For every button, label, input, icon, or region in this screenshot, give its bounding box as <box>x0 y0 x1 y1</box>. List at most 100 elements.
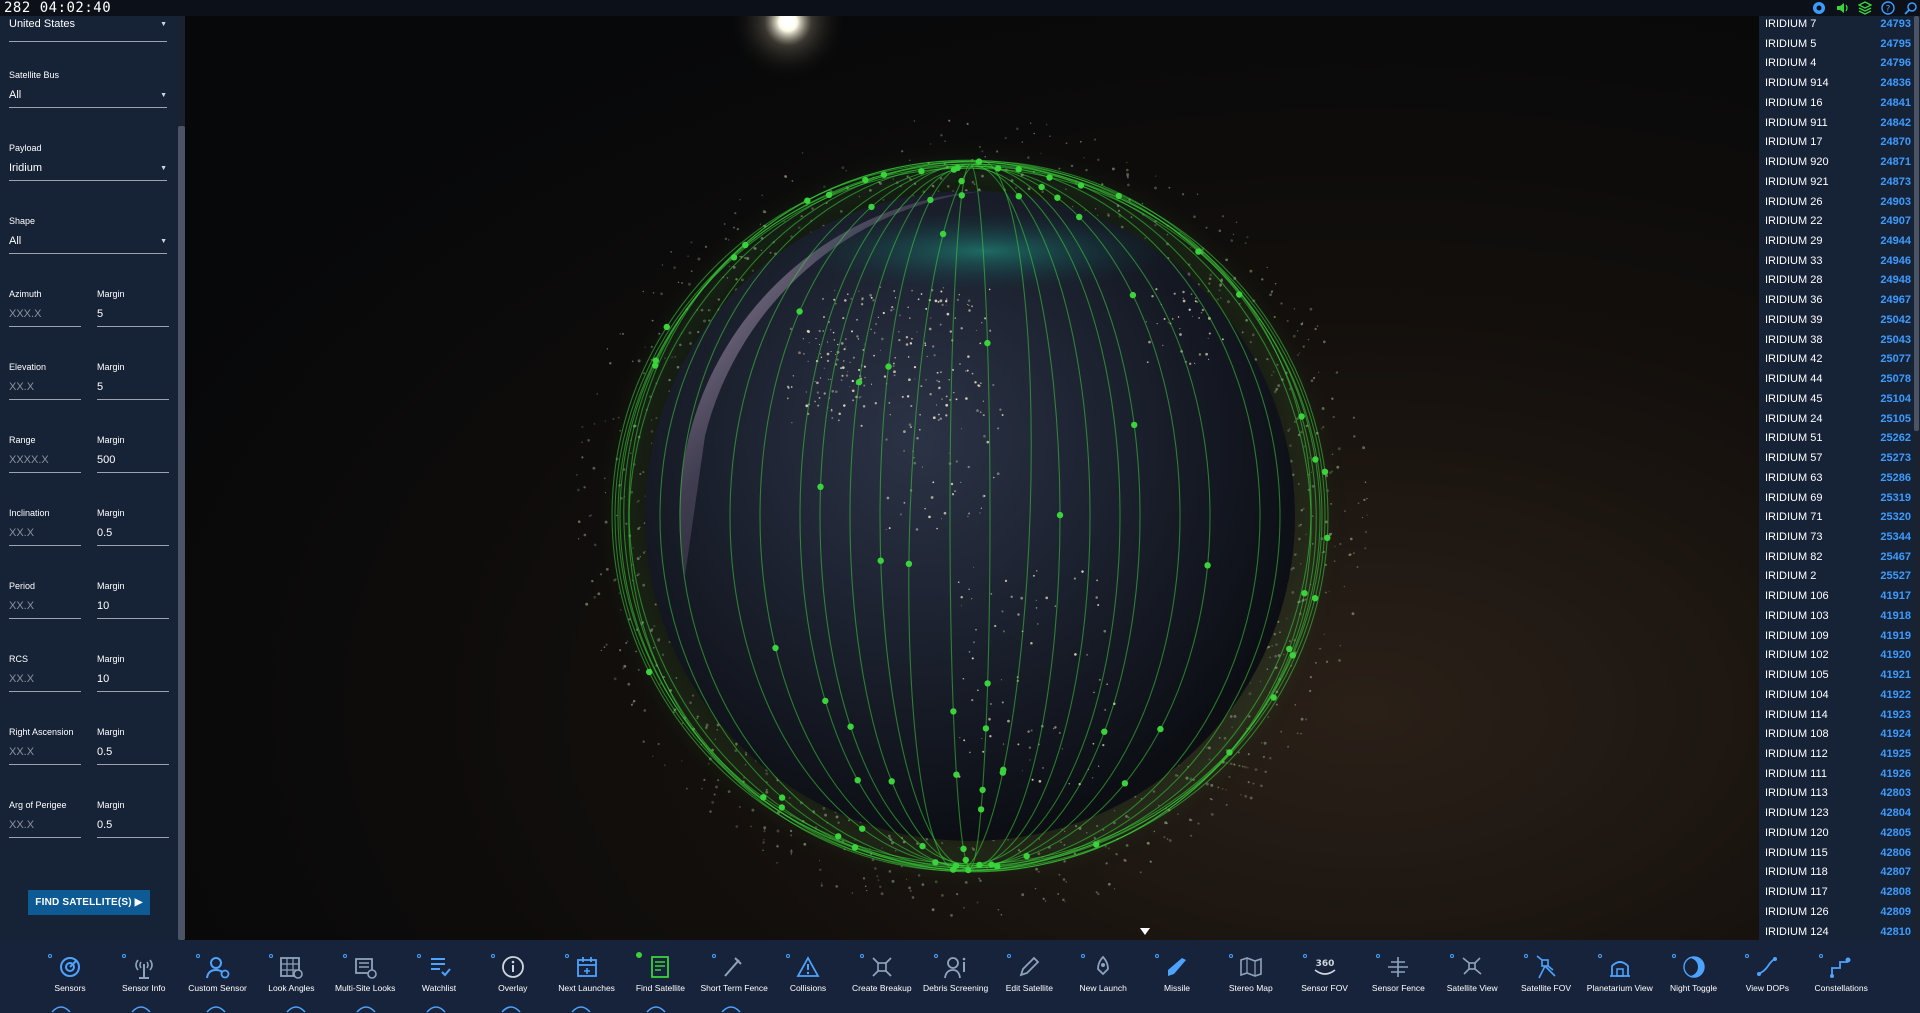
satellite-norad-id[interactable]: 25286 <box>1880 469 1911 489</box>
result-row[interactable]: IRIDIUM 26 24903 <box>1759 193 1913 213</box>
result-row[interactable]: IRIDIUM 57 25273 <box>1759 449 1913 469</box>
satellite-norad-id[interactable]: 25467 <box>1880 548 1911 568</box>
globe-viewport[interactable] <box>185 16 1759 940</box>
toolbar-constellations-button[interactable]: Constellations <box>1804 940 1878 1013</box>
satellite-norad-id[interactable]: 41919 <box>1880 627 1911 647</box>
satellite-norad-id[interactable]: 25319 <box>1880 489 1911 509</box>
satellite-norad-id[interactable]: 24795 <box>1880 35 1911 55</box>
toolbar-sensor-fov-button[interactable]: 360 Sensor FOV <box>1288 940 1362 1013</box>
result-row[interactable]: IRIDIUM 73 25344 <box>1759 528 1913 548</box>
result-row[interactable]: IRIDIUM 5 24795 <box>1759 35 1913 55</box>
toolbar-sensor-info-button[interactable]: Sensor Info <box>107 940 181 1013</box>
result-row[interactable]: IRIDIUM 112 41925 <box>1759 745 1913 765</box>
satellite-norad-id[interactable]: 24871 <box>1880 153 1911 173</box>
layers-icon[interactable] <box>1858 1 1872 15</box>
results-scrollbar[interactable] <box>1913 16 1920 940</box>
toolbar-missile-button[interactable]: Missile <box>1140 940 1214 1013</box>
rcs-input[interactable]: RCS XX.X <box>9 654 81 694</box>
satellite-norad-id[interactable]: 25320 <box>1880 508 1911 528</box>
satellite-norad-id[interactable]: 41924 <box>1880 725 1911 745</box>
satellite-norad-id[interactable]: 42809 <box>1880 903 1911 923</box>
satellite-norad-id[interactable]: 42803 <box>1880 784 1911 804</box>
result-row[interactable]: IRIDIUM 33 24946 <box>1759 252 1913 272</box>
toolbar-overflow-icon[interactable] <box>50 1004 72 1013</box>
result-row[interactable]: IRIDIUM 63 25286 <box>1759 469 1913 489</box>
result-row[interactable]: IRIDIUM 4 24796 <box>1759 54 1913 74</box>
result-row[interactable]: IRIDIUM 126 42809 <box>1759 903 1913 923</box>
satellite-norad-id[interactable]: 25042 <box>1880 311 1911 331</box>
result-row[interactable]: IRIDIUM 45 25104 <box>1759 390 1913 410</box>
result-row[interactable]: IRIDIUM 120 42805 <box>1759 824 1913 844</box>
toolbar-create-breakup-button[interactable]: Create Breakup <box>845 940 919 1013</box>
satellite-norad-id[interactable]: 42804 <box>1880 804 1911 824</box>
toolbar-overflow-icon[interactable] <box>355 1004 377 1013</box>
toolbar-debris-screening-button[interactable]: Debris Screening <box>919 940 993 1013</box>
collapse-toolbar-icon[interactable] <box>1140 928 1150 935</box>
satellite-norad-id[interactable]: 24903 <box>1880 193 1911 213</box>
shape-select[interactable]: Shape All ▼ <box>9 216 167 256</box>
satellite-norad-id[interactable]: 24946 <box>1880 252 1911 272</box>
range-input[interactable]: Range XXXX.X <box>9 435 81 475</box>
result-row[interactable]: IRIDIUM 44 25078 <box>1759 370 1913 390</box>
satellite-norad-id[interactable]: 24944 <box>1880 232 1911 252</box>
toolbar-overlay-button[interactable]: Overlay <box>476 940 550 1013</box>
toolbar-night-toggle-button[interactable]: Night Toggle <box>1657 940 1731 1013</box>
result-row[interactable]: IRIDIUM 24 25105 <box>1759 410 1913 430</box>
left-panel-scrollbar[interactable] <box>178 16 185 940</box>
azimuth-input[interactable]: Azimuth XXX.X <box>9 289 81 329</box>
result-row[interactable]: IRIDIUM 124 42810 <box>1759 923 1913 940</box>
earth-globe[interactable] <box>185 16 1759 940</box>
search-icon[interactable] <box>1904 1 1918 15</box>
toolbar-satellite-fov-button[interactable]: Satellite FOV <box>1509 940 1583 1013</box>
toolbar-short-term-fence-button[interactable]: Short Term Fence <box>697 940 771 1013</box>
toolbar-planetarium-view-button[interactable]: Planetarium View <box>1583 940 1657 1013</box>
satellite-norad-id[interactable]: 41922 <box>1880 686 1911 706</box>
result-row[interactable]: IRIDIUM 102 41920 <box>1759 646 1913 666</box>
satellite-norad-id[interactable]: 25527 <box>1880 567 1911 587</box>
help-icon[interactable]: ? <box>1881 1 1895 15</box>
satellite-norad-id[interactable]: 24870 <box>1880 133 1911 153</box>
simulation-clock[interactable]: 282 04:02:40 <box>4 0 111 16</box>
satellite-norad-id[interactable]: 41920 <box>1880 646 1911 666</box>
right-ascension-input[interactable]: Right Ascension XX.X <box>9 727 81 767</box>
result-row[interactable]: IRIDIUM 38 25043 <box>1759 331 1913 351</box>
toolbar-collisions-button[interactable]: Collisions <box>771 940 845 1013</box>
result-row[interactable]: IRIDIUM 2 25527 <box>1759 567 1913 587</box>
result-row[interactable]: IRIDIUM 114 41923 <box>1759 706 1913 726</box>
result-row[interactable]: IRIDIUM 29 24944 <box>1759 232 1913 252</box>
result-row[interactable]: IRIDIUM 911 24842 <box>1759 114 1913 134</box>
toolbar-watchlist-button[interactable]: Watchlist <box>402 940 476 1013</box>
satellite-norad-id[interactable]: 24796 <box>1880 54 1911 74</box>
github-icon[interactable] <box>1812 1 1826 15</box>
country-select[interactable]: United States ▼ <box>9 18 167 42</box>
satellite-norad-id[interactable]: 41926 <box>1880 765 1911 785</box>
result-row[interactable]: IRIDIUM 22 24907 <box>1759 212 1913 232</box>
satellite-norad-id[interactable]: 25273 <box>1880 449 1911 469</box>
satellite-norad-id[interactable]: 42810 <box>1880 923 1911 940</box>
result-row[interactable]: IRIDIUM 82 25467 <box>1759 548 1913 568</box>
satellite-norad-id[interactable]: 41925 <box>1880 745 1911 765</box>
satellite-norad-id[interactable]: 24873 <box>1880 173 1911 193</box>
result-row[interactable]: IRIDIUM 106 41917 <box>1759 587 1913 607</box>
result-row[interactable]: IRIDIUM 920 24871 <box>1759 153 1913 173</box>
result-row[interactable]: IRIDIUM 42 25077 <box>1759 350 1913 370</box>
result-row[interactable]: IRIDIUM 71 25320 <box>1759 508 1913 528</box>
satellite-norad-id[interactable]: 42806 <box>1880 844 1911 864</box>
satellite-norad-id[interactable]: 25077 <box>1880 350 1911 370</box>
result-row[interactable]: IRIDIUM 16 24841 <box>1759 94 1913 114</box>
satellite-bus-select[interactable]: Satellite Bus All ▼ <box>9 70 167 110</box>
result-row[interactable]: IRIDIUM 108 41924 <box>1759 725 1913 745</box>
toolbar-overflow-icon[interactable] <box>425 1004 447 1013</box>
toolbar-overflow-icon[interactable] <box>130 1004 152 1013</box>
result-row[interactable]: IRIDIUM 914 24836 <box>1759 74 1913 94</box>
toolbar-overflow-icon[interactable] <box>285 1004 307 1013</box>
result-row[interactable]: IRIDIUM 118 42807 <box>1759 863 1913 883</box>
satellite-norad-id[interactable]: 24836 <box>1880 74 1911 94</box>
period-margin-input[interactable]: Margin 10 <box>97 581 169 621</box>
result-row[interactable]: IRIDIUM 115 42806 <box>1759 844 1913 864</box>
satellite-norad-id[interactable]: 24842 <box>1880 114 1911 134</box>
satellite-norad-id[interactable]: 24793 <box>1880 16 1911 35</box>
result-row[interactable]: IRIDIUM 113 42803 <box>1759 784 1913 804</box>
result-row[interactable]: IRIDIUM 28 24948 <box>1759 271 1913 291</box>
arg-of-perigee-input[interactable]: Arg of Perigee XX.X <box>9 800 81 840</box>
